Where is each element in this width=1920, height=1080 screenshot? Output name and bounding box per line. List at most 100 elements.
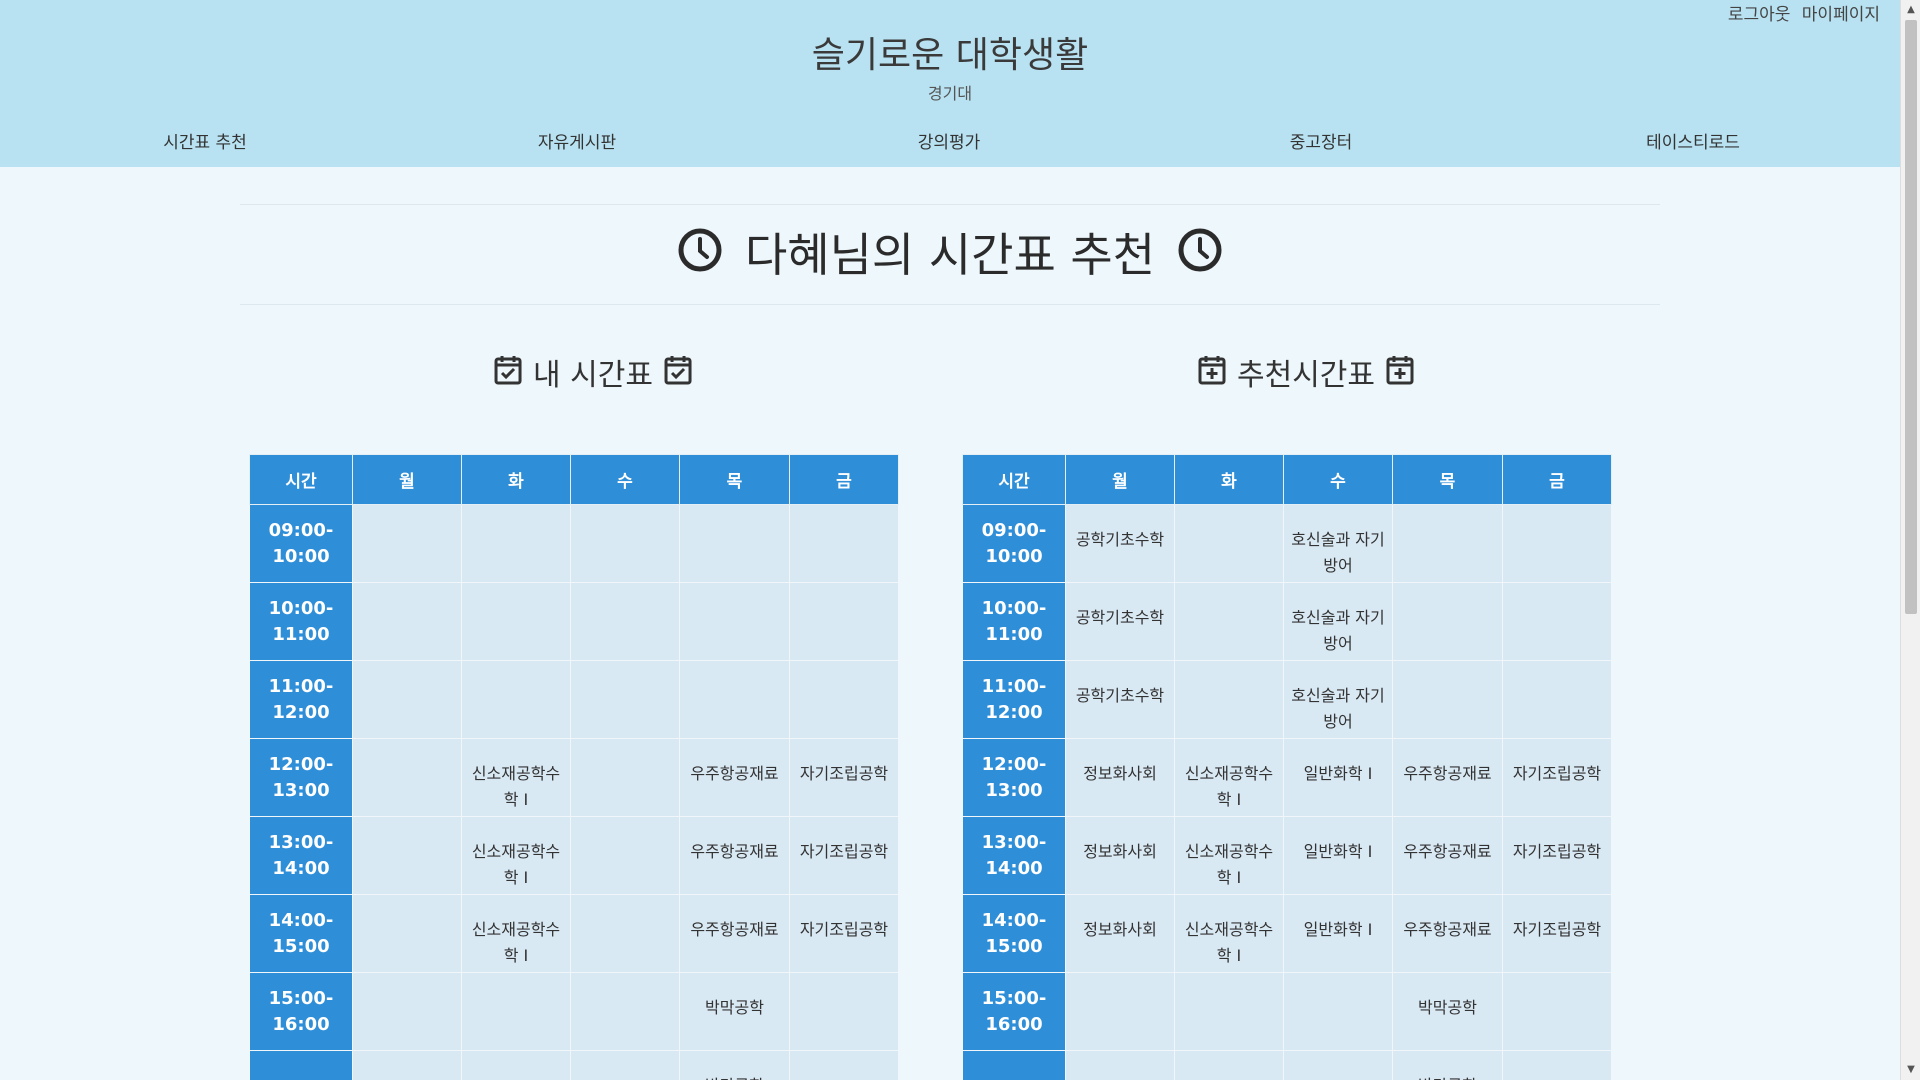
timetable-cell[interactable]: 공학기초수학 bbox=[1065, 660, 1175, 739]
timetable-cell[interactable] bbox=[1065, 972, 1175, 1051]
logout-link[interactable]: 로그아웃 bbox=[1728, 5, 1791, 25]
timetable-cell[interactable]: 신소재공학수학 I bbox=[1174, 894, 1284, 973]
timetable-cell[interactable]: 일반화학 I bbox=[1283, 894, 1393, 973]
time-slot-cell: 11:00-12:00 bbox=[962, 660, 1066, 739]
course-name: 박막공학 bbox=[1393, 1073, 1502, 1080]
timetable-cell[interactable]: 일반화학 I bbox=[1283, 816, 1393, 895]
timetable-cell[interactable] bbox=[461, 660, 571, 739]
timetable-cell[interactable]: 정보화사회 bbox=[1065, 738, 1175, 817]
timetable-cell[interactable] bbox=[570, 738, 680, 817]
timetable-cell[interactable] bbox=[461, 504, 571, 583]
timetable-cell[interactable] bbox=[1174, 1050, 1284, 1080]
timetable-cell[interactable]: 우주항공재료 bbox=[1392, 894, 1503, 973]
timetable-cell[interactable] bbox=[679, 504, 790, 583]
timetable-cell[interactable] bbox=[679, 582, 790, 661]
timetable-cell[interactable]: 박막공학 bbox=[679, 972, 790, 1051]
timetable-cell[interactable] bbox=[1392, 660, 1503, 739]
nav-item-free-board[interactable]: 자유게시판 bbox=[538, 128, 616, 153]
course-name: 우주항공재료 bbox=[1403, 842, 1492, 861]
timetable-cell[interactable] bbox=[1502, 1050, 1612, 1080]
timetable-cell[interactable]: 우주항공재료 bbox=[679, 816, 790, 895]
timetable-cell[interactable] bbox=[570, 1050, 680, 1080]
timetable-cell[interactable]: 우주항공재료 bbox=[679, 738, 790, 817]
timetable-cell[interactable]: 정보화사회 bbox=[1065, 894, 1175, 973]
timetable-cell[interactable]: 자기조립공학 bbox=[789, 894, 899, 973]
timetable-cell[interactable] bbox=[1174, 972, 1284, 1051]
timetable-cell[interactable] bbox=[1174, 504, 1284, 583]
nav-item-market[interactable]: 중고장터 bbox=[1290, 128, 1353, 153]
timetable-cell[interactable] bbox=[1502, 504, 1612, 583]
timetable-cell[interactable] bbox=[352, 660, 462, 739]
timetable-cell[interactable]: 공학기초수학 bbox=[1065, 504, 1175, 583]
nav-item-tasty-road[interactable]: 테이스티로드 bbox=[1646, 128, 1740, 153]
timetable-cell[interactable] bbox=[570, 660, 680, 739]
timetable-cell[interactable] bbox=[1392, 504, 1503, 583]
timetable-cell[interactable] bbox=[461, 1050, 571, 1080]
timetable-cell[interactable]: 자기조립공학 bbox=[1502, 738, 1612, 817]
mypage-link[interactable]: 마이페이지 bbox=[1802, 5, 1880, 25]
timetable-cell[interactable]: 호신술과 자기방어 bbox=[1283, 660, 1393, 739]
timetable-cell[interactable] bbox=[789, 582, 899, 661]
site-title[interactable]: 슬기로운 대학생활 bbox=[0, 26, 1900, 78]
timetable-cell[interactable] bbox=[352, 816, 462, 895]
timetable-cell[interactable] bbox=[570, 504, 680, 583]
timetable-cell[interactable]: 자기조립공학 bbox=[789, 816, 899, 895]
table-row: 15:00-16:00 박막공학 bbox=[962, 972, 1612, 1051]
timetable-cell[interactable]: 박막공학 bbox=[1392, 1050, 1503, 1080]
timetable-cell[interactable] bbox=[352, 894, 462, 973]
timetable-cell[interactable] bbox=[352, 738, 462, 817]
timetable-cell[interactable] bbox=[570, 582, 680, 661]
timetable-cell[interactable] bbox=[789, 660, 899, 739]
timetable-cell[interactable]: 신소재공학수학 I bbox=[461, 738, 571, 817]
timetable-cell[interactable] bbox=[789, 972, 899, 1051]
timetable-cell[interactable] bbox=[1502, 582, 1612, 661]
timetable-cell[interactable] bbox=[1283, 1050, 1393, 1080]
timetable-cell[interactable] bbox=[789, 1050, 899, 1080]
timetable-cell[interactable] bbox=[352, 582, 462, 661]
timetable-cell[interactable]: 우주항공재료 bbox=[1392, 738, 1503, 817]
timetable-cell[interactable] bbox=[570, 972, 680, 1051]
timetable-cell[interactable] bbox=[789, 504, 899, 583]
timetable-cell[interactable]: 신소재공학수학 I bbox=[1174, 816, 1284, 895]
timetable-cell[interactable] bbox=[1502, 972, 1612, 1051]
nav-item-timetable[interactable]: 시간표 추천 bbox=[163, 128, 247, 153]
course-name: 자기조립공학 bbox=[1512, 764, 1602, 783]
time-slot-cell: 15:00-16:00 bbox=[962, 972, 1066, 1051]
timetable-cell[interactable]: 신소재공학수학 I bbox=[1174, 738, 1284, 817]
table-row: 12:00-13:00 신소재공학수학 I 우주항공재료 자기조립공학 bbox=[249, 738, 899, 817]
timetable-cell[interactable] bbox=[570, 816, 680, 895]
timetable-cell[interactable]: 호신술과 자기방어 bbox=[1283, 504, 1393, 583]
timetable-cell[interactable] bbox=[679, 660, 790, 739]
timetable-cell[interactable]: 신소재공학수학 I bbox=[461, 894, 571, 973]
timetable-cell[interactable]: 정보화사회 bbox=[1065, 816, 1175, 895]
timetable-cell[interactable] bbox=[1502, 660, 1612, 739]
timetable-cell[interactable]: 자기조립공학 bbox=[789, 738, 899, 817]
timetable-cell[interactable] bbox=[1174, 582, 1284, 661]
timetable-cell[interactable] bbox=[461, 972, 571, 1051]
timetable-cell[interactable] bbox=[1065, 1050, 1175, 1080]
scroll-down-icon[interactable]: ▼ bbox=[1901, 1062, 1920, 1078]
vertical-scrollbar[interactable]: ▲ ▼ bbox=[1900, 0, 1920, 1080]
timetable-cell[interactable]: 자기조립공학 bbox=[1502, 894, 1612, 973]
timetable-cell[interactable] bbox=[570, 894, 680, 973]
timetable-cell[interactable] bbox=[1174, 660, 1284, 739]
timetable-cell[interactable]: 우주항공재료 bbox=[679, 894, 790, 973]
timetable-cell[interactable] bbox=[352, 1050, 462, 1080]
timetable-cell[interactable] bbox=[1283, 972, 1393, 1051]
scroll-thumb[interactable] bbox=[1905, 20, 1917, 614]
nav-item-course-review[interactable]: 강의평가 bbox=[918, 128, 981, 153]
timetable-cell[interactable]: 박막공학 bbox=[1392, 972, 1503, 1051]
timetable-cell[interactable]: 자기조립공학 bbox=[1502, 816, 1612, 895]
timetable-cell[interactable]: 공학기초수학 bbox=[1065, 582, 1175, 661]
timetable-cell[interactable] bbox=[1392, 582, 1503, 661]
timetable-cell[interactable]: 일반화학 I bbox=[1283, 738, 1393, 817]
timetable-cell[interactable]: 호신술과 자기방어 bbox=[1283, 582, 1393, 661]
scroll-up-icon[interactable]: ▲ bbox=[1901, 2, 1920, 18]
timetable-cell[interactable]: 우주항공재료 bbox=[1392, 816, 1503, 895]
time-slot-label: 11:00-12:00 bbox=[268, 675, 334, 723]
timetable-cell[interactable]: 박막공학 bbox=[679, 1050, 790, 1080]
timetable-cell[interactable]: 신소재공학수학 I bbox=[461, 816, 571, 895]
timetable-cell[interactable] bbox=[352, 504, 462, 583]
timetable-cell[interactable] bbox=[352, 972, 462, 1051]
timetable-cell[interactable] bbox=[461, 582, 571, 661]
